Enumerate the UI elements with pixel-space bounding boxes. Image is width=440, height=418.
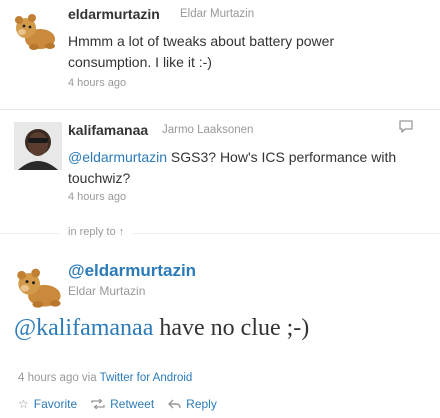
teddy-bear-avatar-icon <box>12 6 60 54</box>
timestamp[interactable]: 4 hours ago via <box>18 372 100 384</box>
main-tweet-text: @kalifamanaa have no clue ;-) <box>14 315 309 342</box>
full-name: Eldar Murtazin <box>180 8 255 20</box>
mention-link[interactable]: @eldarmurtazin <box>68 149 167 165</box>
profile-photo-icon <box>14 122 62 170</box>
tweet-actions: ☆ Favorite Retweet Reply <box>18 397 231 411</box>
tweet-meta: 4 hours ago via Twitter for Android <box>18 372 192 384</box>
tweet-text: Hmmm a lot of tweaks about battery power… <box>68 33 335 70</box>
speech-bubble-icon[interactable] <box>398 119 414 135</box>
reply-label: Reply <box>186 397 217 411</box>
timestamp[interactable]: 4 hours ago <box>68 191 126 203</box>
retweet-label: Retweet <box>110 397 155 411</box>
reply-button[interactable]: Reply <box>168 397 217 411</box>
source-link[interactable]: Twitter for Android <box>100 372 193 384</box>
timestamp[interactable]: 4 hours ago <box>68 77 126 89</box>
tweet-text: @eldarmurtazin SGS3? How's ICS performan… <box>68 147 418 189</box>
tweet-eldarmurtazin: eldarmurtazin Eldar Murtazin Hmmm a lot … <box>0 0 440 104</box>
reply-arrow-icon <box>168 399 181 409</box>
in-reply-to-link[interactable]: in reply to ↑ <box>60 226 133 238</box>
favorite-label: Favorite <box>33 397 78 411</box>
star-icon: ☆ <box>18 397 29 411</box>
favorite-button[interactable]: ☆ Favorite <box>18 397 77 411</box>
full-name: Jarmo Laaksonen <box>162 124 254 136</box>
retweet-button[interactable]: Retweet <box>91 397 154 411</box>
avatar[interactable] <box>14 122 62 170</box>
screen-name[interactable]: eldarmurtazin <box>68 6 160 22</box>
main-tweet-text-body: have no clue ;-) <box>153 315 310 341</box>
screen-name[interactable]: @eldarmurtazin <box>68 261 196 281</box>
full-name: Eldar Murtazin <box>68 284 146 298</box>
teddy-bear-avatar-icon <box>14 260 66 312</box>
mention-link[interactable]: @kalifamanaa <box>14 315 153 341</box>
avatar[interactable] <box>12 6 60 54</box>
avatar[interactable] <box>14 260 66 312</box>
screen-name[interactable]: kalifamanaa <box>68 122 148 138</box>
retweet-icon <box>91 399 105 409</box>
